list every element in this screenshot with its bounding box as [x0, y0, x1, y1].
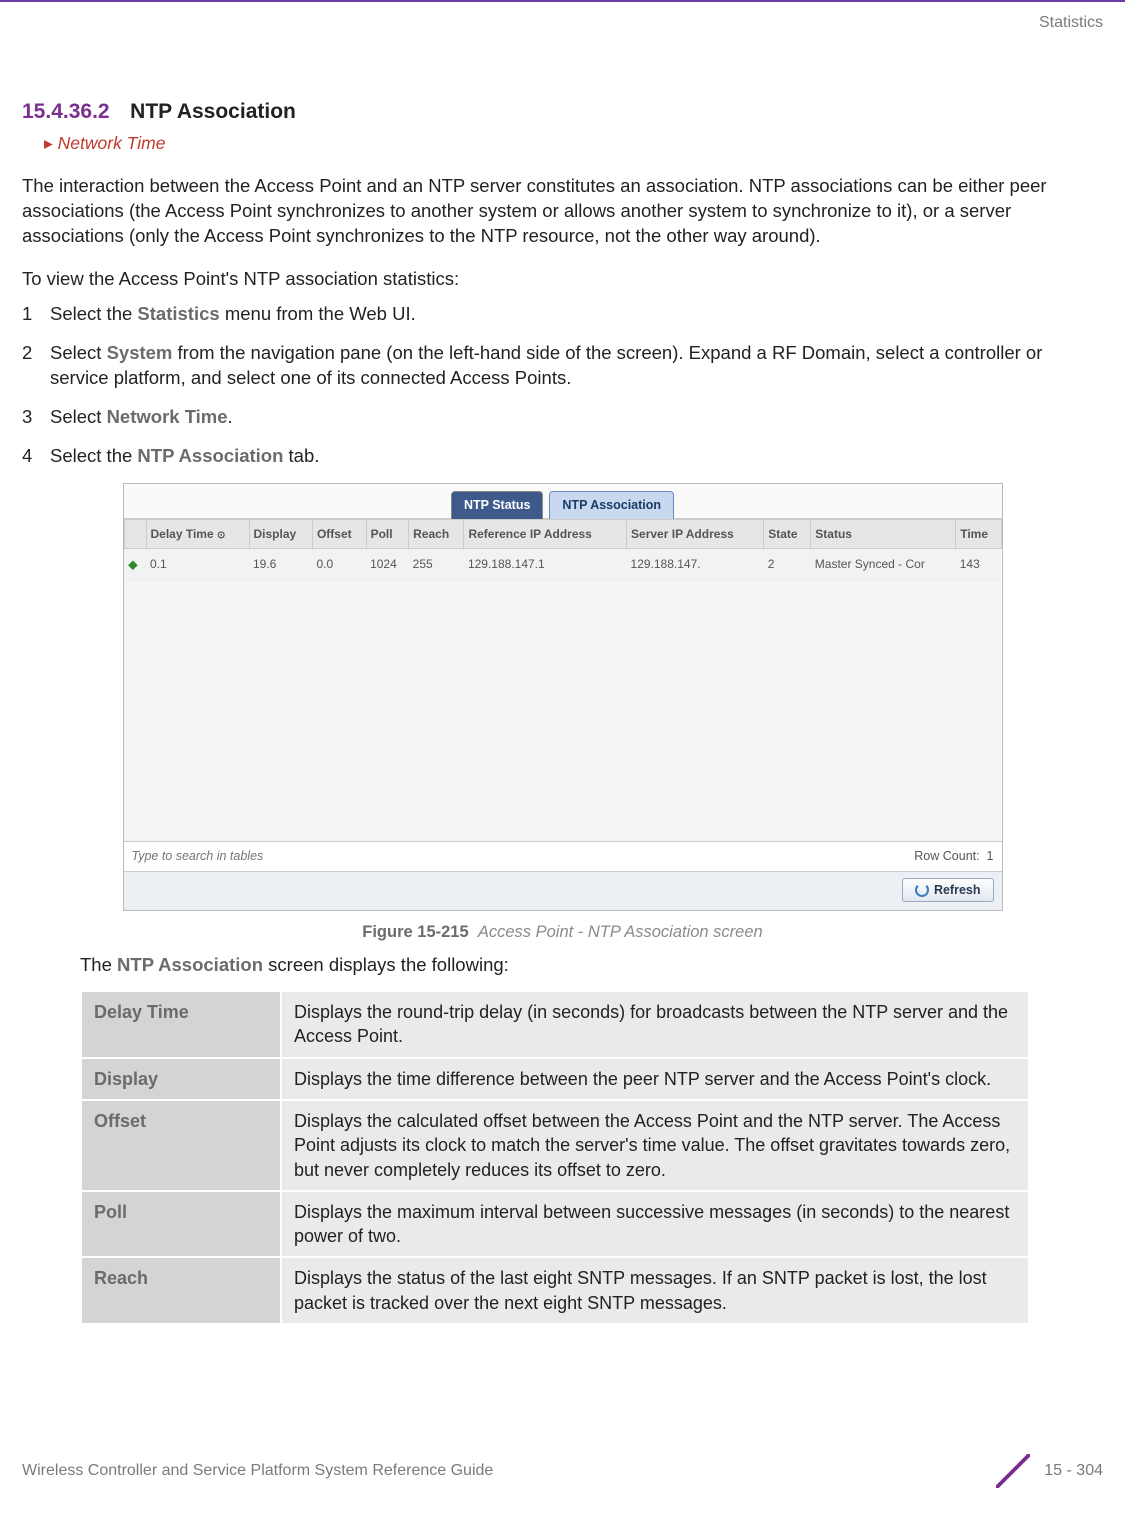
- table-row: Reach Displays the status of the last ei…: [81, 1257, 1029, 1324]
- col-poll[interactable]: Poll: [366, 519, 409, 549]
- table-row[interactable]: ⬥ 0.1 19.6 0.0 1024 255 129.188.147.1 12…: [124, 549, 1001, 581]
- cell-offset: 0.0: [312, 549, 366, 581]
- col-offset[interactable]: Offset: [312, 519, 366, 549]
- table-row: Offset Displays the calculated offset be…: [81, 1100, 1029, 1191]
- step-1: 1 Select the Statistics menu from the We…: [22, 302, 1103, 327]
- cell-reach: 255: [409, 549, 464, 581]
- sort-indicator-icon: ⊙: [217, 530, 225, 541]
- desc-key-delay-time: Delay Time: [81, 991, 281, 1058]
- section-heading: 15.4.36.2 NTP Association: [22, 98, 1103, 126]
- col-display[interactable]: Display: [249, 519, 312, 549]
- cell-ref-ip: 129.188.147.1: [464, 549, 627, 581]
- field-description-table: Delay Time Displays the round-trip delay…: [80, 990, 1030, 1325]
- step-3: 3 Select Network Time.: [22, 405, 1103, 430]
- section-number: 15.4.36.2: [22, 100, 110, 123]
- cell-delay-time: 0.1: [146, 549, 249, 581]
- search-input[interactable]: [132, 849, 412, 863]
- post-figure-line: The NTP Association screen displays the …: [80, 953, 1103, 978]
- desc-key-reach: Reach: [81, 1257, 281, 1324]
- table-row: Delay Time Displays the round-trip delay…: [81, 991, 1029, 1058]
- figure-caption: Figure 15-215 Access Point - NTP Associa…: [22, 921, 1103, 943]
- desc-key-display: Display: [81, 1058, 281, 1100]
- col-time[interactable]: Time: [956, 519, 1001, 549]
- desc-key-poll: Poll: [81, 1191, 281, 1258]
- row-count: Row Count: 1: [914, 848, 993, 865]
- table-row: Display Displays the time difference bet…: [81, 1058, 1029, 1100]
- keyword-system: System: [107, 342, 173, 363]
- breadcrumb-label: Network Time: [58, 133, 166, 153]
- refresh-icon: [915, 883, 929, 897]
- cell-poll: 1024: [366, 549, 409, 581]
- breadcrumb[interactable]: ▸ Network Time: [44, 132, 1103, 156]
- desc-val-reach: Displays the status of the last eight SN…: [281, 1257, 1029, 1324]
- desc-val-delay-time: Displays the round-trip delay (in second…: [281, 991, 1029, 1058]
- cell-server-ip: 129.188.147.: [627, 549, 764, 581]
- keyword-ntp-association: NTP Association: [137, 445, 283, 466]
- col-status[interactable]: Status: [811, 519, 956, 549]
- keyword-network-time: Network Time: [107, 406, 228, 427]
- breadcrumb-arrow-icon: ▸: [44, 133, 53, 153]
- desc-val-poll: Displays the maximum interval between su…: [281, 1191, 1029, 1258]
- screenshot-panel: NTP Status NTP Association Delay Time ⊙ …: [123, 483, 1003, 911]
- footer-left: Wireless Controller and Service Platform…: [22, 1460, 493, 1482]
- page-category: Statistics: [1039, 12, 1103, 34]
- col-delay-time[interactable]: Delay Time ⊙: [146, 519, 249, 549]
- tab-ntp-status[interactable]: NTP Status: [451, 491, 543, 519]
- row-marker-icon: ⬥: [124, 549, 146, 581]
- tab-ntp-association[interactable]: NTP Association: [549, 491, 674, 519]
- lead-paragraph: To view the Access Point's NTP associati…: [22, 267, 1103, 292]
- ntp-association-table: Delay Time ⊙ Display Offset Poll Reach R…: [124, 519, 1002, 841]
- col-state[interactable]: State: [764, 519, 811, 549]
- slash-icon: [996, 1454, 1030, 1488]
- step-2: 2 Select System from the navigation pane…: [22, 341, 1103, 391]
- cell-display: 19.6: [249, 549, 312, 581]
- section-title: NTP Association: [130, 100, 296, 123]
- intro-paragraph: The interaction between the Access Point…: [22, 174, 1103, 249]
- col-ref-ip[interactable]: Reference IP Address: [464, 519, 627, 549]
- cell-status: Master Synced - Cor: [811, 549, 956, 581]
- refresh-button[interactable]: Refresh: [902, 878, 994, 902]
- cell-state: 2: [764, 549, 811, 581]
- desc-val-offset: Displays the calculated offset between t…: [281, 1100, 1029, 1191]
- desc-key-offset: Offset: [81, 1100, 281, 1191]
- cell-time: 143: [956, 549, 1001, 581]
- desc-val-display: Displays the time difference between the…: [281, 1058, 1029, 1100]
- table-row: Poll Displays the maximum interval betwe…: [81, 1191, 1029, 1258]
- col-reach[interactable]: Reach: [409, 519, 464, 549]
- page-number: 15 - 304: [1044, 1460, 1103, 1482]
- step-4: 4 Select the NTP Association tab.: [22, 444, 1103, 469]
- col-server-ip[interactable]: Server IP Address: [627, 519, 764, 549]
- keyword-statistics: Statistics: [137, 303, 219, 324]
